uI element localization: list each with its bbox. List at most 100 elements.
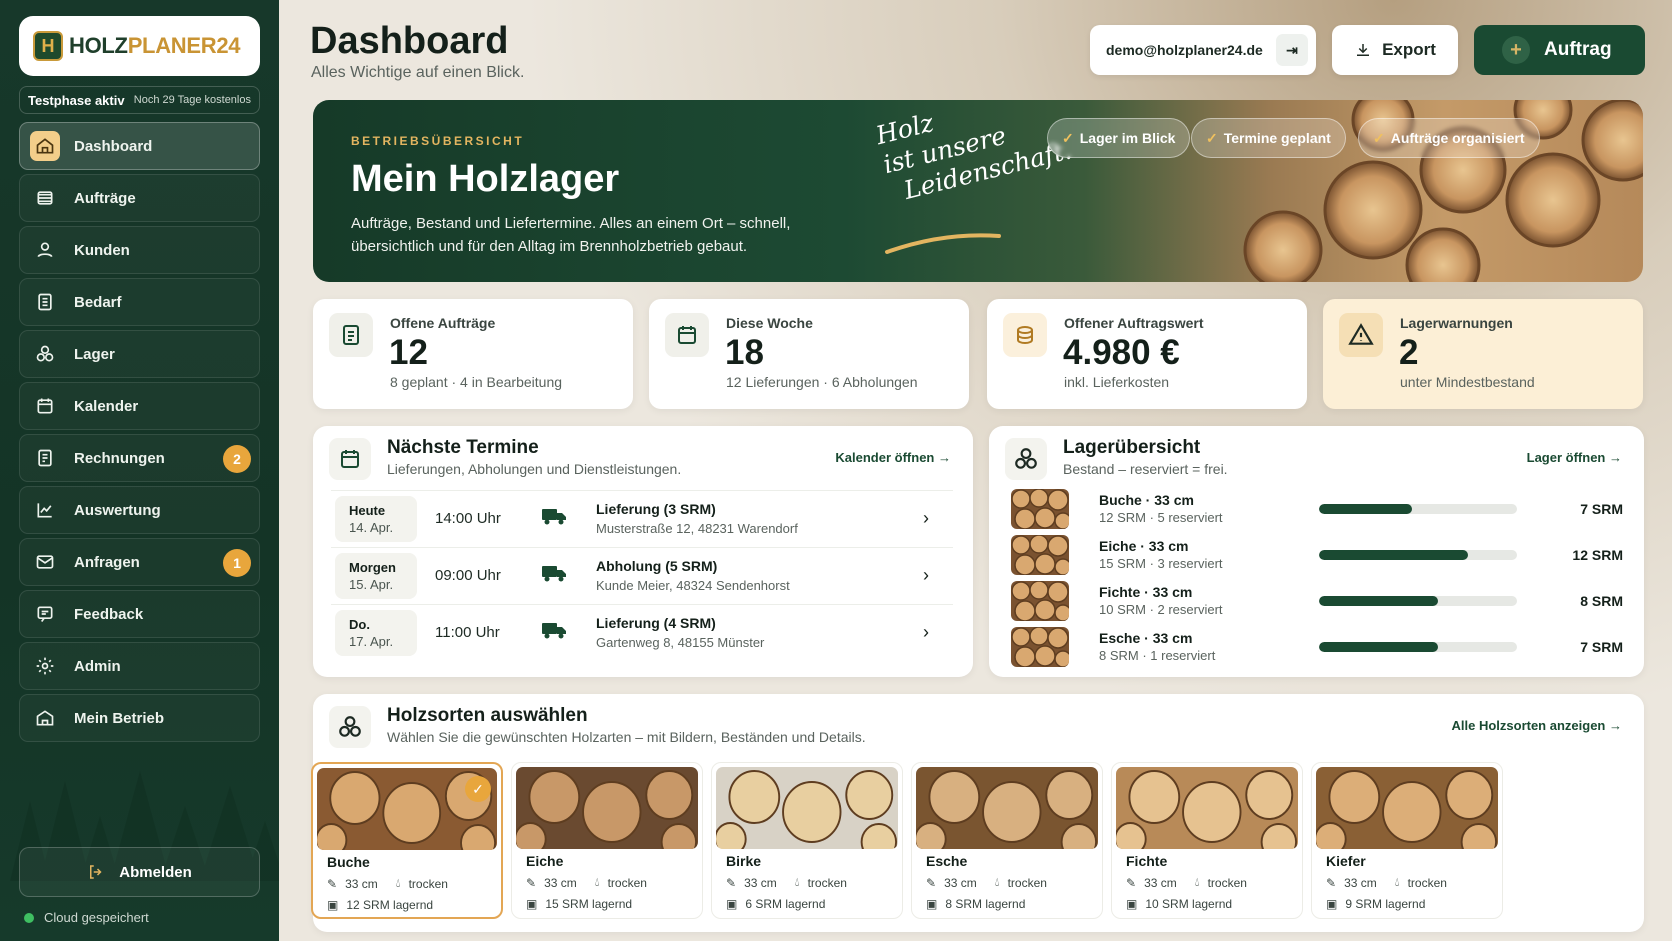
wood-stock: ▣ 9 SRM lagernd: [1326, 897, 1425, 911]
stock-row[interactable]: Fichte · 33 cm 10 SRM · 2 reserviert 8 SRM: [1011, 580, 1623, 622]
logs-icon: [1005, 438, 1047, 480]
chevron-right-icon[interactable]: ›: [923, 565, 953, 586]
check-icon: ✓: [1206, 129, 1218, 146]
sidebar-item-kalender[interactable]: Kalender: [19, 382, 260, 430]
wood-card-buche[interactable]: ✓ Buche ✎ 33 cm 💧︎ trocken ▣ 12 SRM lagernd: [311, 762, 503, 919]
sidebar-item-feedback[interactable]: Feedback: [19, 590, 260, 638]
sidebar-item-rechnungen[interactable]: Rechnungen 2: [19, 434, 260, 482]
truck-icon: [541, 620, 596, 645]
selected-check-icon: ✓: [465, 776, 491, 802]
stock-free-qty: 7 SRM: [1580, 639, 1623, 655]
sidebar-item-kunden[interactable]: Kunden: [19, 226, 260, 274]
appointment-row[interactable]: Morgen 15. Apr. 09:00 Uhr Abholung (5 SRM) K…: [331, 547, 953, 603]
stat-open-orders[interactable]: Offene Aufträge 12 8 geplant · 4 in Bear…: [313, 299, 633, 409]
link-label: Alle Holzsorten anzeigen: [1451, 718, 1606, 733]
stock-row[interactable]: Esche · 33 cm 8 SRM · 1 reserviert 7 SRM: [1011, 626, 1623, 668]
ruler-icon: ✎: [526, 875, 537, 890]
chevron-right-icon[interactable]: ›: [923, 508, 953, 529]
open-storage-link[interactable]: Lager öffnen →: [1527, 450, 1622, 465]
chip-label: Lager im Blick: [1079, 130, 1176, 146]
wood-name: Kiefer: [1326, 853, 1366, 869]
box-icon: ▣: [526, 897, 538, 911]
stat-order-value[interactable]: Offener Auftragswert 4.980 € inkl. Liefe…: [987, 299, 1307, 409]
sidebar-item-admin[interactable]: Admin: [19, 642, 260, 690]
logs-icon: [30, 339, 60, 369]
wood-card-esche[interactable]: Esche ✎ 33 cm 💧︎ trocken ▣ 8 SRM lagernd: [911, 762, 1103, 919]
ruler-icon: ✎: [926, 875, 937, 890]
wood-thumbnail: [1011, 627, 1069, 667]
appointment-row[interactable]: Heute 14. Apr. 14:00 Uhr Lieferung (3 SRM) M…: [331, 490, 953, 546]
wood-stock: ▣ 12 SRM lagernd: [327, 898, 433, 912]
sidebar-item-anfragen[interactable]: Anfragen 1: [19, 538, 260, 586]
chevron-right-icon[interactable]: ›: [923, 622, 953, 643]
warning-icon: [1339, 313, 1383, 357]
stock-panel: Lagerübersicht Bestand – reserviert = fr…: [989, 426, 1644, 677]
panel-title: Nächste Termine: [387, 437, 539, 458]
stat-stock-warnings[interactable]: Lagerwarnungen 2 unter Mindestbestand: [1323, 299, 1643, 409]
logo-mark-icon: H: [33, 31, 63, 61]
wood-card-eiche[interactable]: Eiche ✎ 33 cm 💧︎ trocken ▣ 15 SRM lagernd: [511, 762, 703, 919]
sidebar-item-auswertung[interactable]: Auswertung: [19, 486, 260, 534]
stock-detail: 8 SRM · 1 reserviert: [1099, 648, 1216, 663]
sidebar-item-label: Anfragen: [74, 553, 140, 571]
wood-stock-label: 8 SRM lagernd: [945, 897, 1026, 911]
cloud-status-label: Cloud gespeichert: [44, 910, 149, 925]
trial-remaining: Noch 29 Tage kostenlos: [133, 94, 251, 106]
stock-row[interactable]: Buche · 33 cm 12 SRM · 5 reserviert 7 SRM: [1011, 488, 1623, 530]
stat-this-week[interactable]: Diese Woche 18 12 Lieferungen · 6 Abholu…: [649, 299, 969, 409]
wood-thumbnail: [1011, 489, 1069, 529]
account-email: demo@holzplaner24.de: [1106, 42, 1263, 58]
sidebar-item-mein-betrieb[interactable]: Mein Betrieb: [19, 694, 260, 742]
stock-info: Buche · 33 cm 12 SRM · 5 reserviert: [1099, 492, 1319, 526]
hero-title: Mein Holzlager: [351, 158, 620, 200]
appointment-day: Morgen: [349, 559, 396, 575]
logout-button[interactable]: Abmelden: [19, 847, 260, 897]
wood-card-kiefer[interactable]: Kiefer ✎ 33 cm 💧︎ trocken ▣ 9 SRM lagernd: [1311, 762, 1503, 919]
stat-label: Diese Woche: [726, 315, 813, 331]
add-order-button[interactable]: + Auftrag: [1474, 25, 1645, 75]
wood-image: [716, 767, 898, 849]
stock-progress-bar: [1319, 596, 1517, 606]
box-icon: ▣: [327, 898, 339, 912]
open-calendar-link[interactable]: Kalender öffnen →: [835, 450, 951, 465]
logout-arrow-icon[interactable]: ⇥: [1276, 34, 1308, 66]
stock-row[interactable]: Eiche · 33 cm 15 SRM · 3 reserviert 12 SRM: [1011, 534, 1623, 576]
wood-stock: ▣ 6 SRM lagernd: [726, 897, 825, 911]
wood-stock: ▣ 10 SRM lagernd: [1126, 897, 1232, 911]
appointment-address: Gartenweg 8, 48155 Münster: [596, 634, 765, 650]
sidebar-item-bedarf[interactable]: Bedarf: [19, 278, 260, 326]
appointment-time: 14:00 Uhr: [435, 510, 501, 527]
stock-detail: 10 SRM · 2 reserviert: [1099, 602, 1223, 617]
stock-name: Fichte · 33 cm: [1099, 584, 1193, 600]
sidebar-item-dashboard[interactable]: Dashboard: [19, 122, 260, 170]
calendar-icon: [329, 438, 371, 480]
appointment-title: Lieferung (4 SRM): [596, 614, 716, 631]
appointment-title: Abholung (5 SRM): [596, 557, 718, 574]
wood-card-fichte[interactable]: Fichte ✎ 33 cm 💧︎ trocken ▣ 10 SRM lagernd: [1111, 762, 1303, 919]
wood-card-birke[interactable]: Birke ✎ 33 cm 💧︎ trocken ▣ 6 SRM lagernd: [711, 762, 903, 919]
account-button[interactable]: demo@holzplaner24.de ⇥: [1090, 25, 1316, 75]
sidebar-item-label: Bedarf: [74, 293, 122, 311]
wood-specs: ✎ 33 cm 💧︎ trocken: [926, 875, 1047, 890]
stock-free-qty: 12 SRM: [1572, 547, 1623, 563]
drop-icon: 💧︎: [395, 876, 401, 890]
sidebar-item-aufträge[interactable]: Aufträge: [19, 174, 260, 222]
appointment-info: Lieferung (3 SRM) Musterstraße 12, 48231 …: [596, 500, 923, 538]
panel-subtitle: Bestand – reserviert = frei.: [1063, 461, 1228, 477]
sidebar-item-label: Aufträge: [74, 189, 136, 207]
wood-specs: ✎ 33 cm 💧︎ trocken: [526, 875, 647, 890]
app-logo[interactable]: H HOLZPLANER24: [19, 16, 260, 76]
appointment-row[interactable]: Do. 17. Apr. 11:00 Uhr Lieferung (4 SRM) Gar…: [331, 604, 953, 660]
sidebar-item-label: Kalender: [74, 397, 139, 415]
export-button[interactable]: Export: [1332, 25, 1458, 75]
sidebar-item-lager[interactable]: Lager: [19, 330, 260, 378]
stack-icon: [30, 183, 60, 213]
wood-image: [916, 767, 1098, 849]
swoosh-decoration: [885, 233, 1001, 254]
appointment-address: Musterstraße 12, 48231 Warendorf: [596, 520, 798, 536]
arrow-right-icon: →: [938, 450, 951, 465]
stock-progress-fill: [1319, 504, 1413, 514]
home-icon: [30, 131, 60, 161]
all-wood-types-link[interactable]: Alle Holzsorten anzeigen →: [1452, 718, 1623, 733]
sidebar: H HOLZPLANER24 Testphase aktiv Noch 29 T…: [0, 0, 279, 941]
